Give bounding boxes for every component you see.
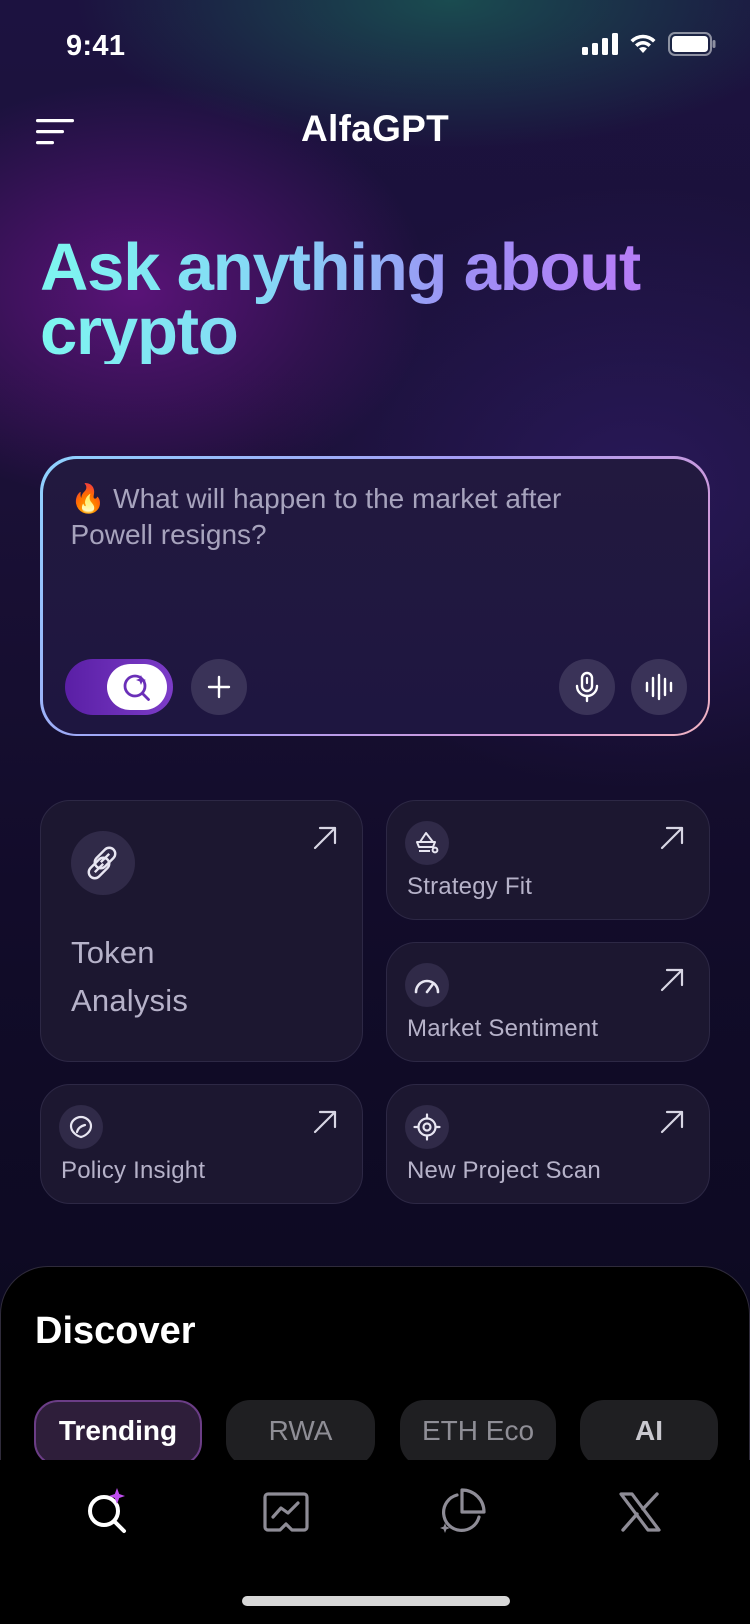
- arrow-up-right-icon: [660, 968, 684, 992]
- tab-portfolio[interactable]: [430, 1480, 494, 1544]
- action-card-market-sentiment[interactable]: Market Sentiment: [386, 942, 710, 1062]
- shield-icon: [69, 1115, 93, 1139]
- prompt-placeholder[interactable]: 🔥 What will happen to the market after P…: [71, 481, 651, 553]
- search-sparkle-icon: [123, 674, 150, 701]
- hero-line-1: Ask anything about: [40, 230, 641, 305]
- policy-insight-label: Policy Insight: [61, 1157, 206, 1184]
- strategy-fit-label: Strategy Fit: [407, 873, 533, 900]
- pie-chart-icon: [440, 1488, 486, 1533]
- coin-stack-icon-wrap: [405, 821, 449, 865]
- toggle-knob: [106, 663, 167, 710]
- pills-icon-wrap: [71, 831, 135, 895]
- pills-icon: [87, 846, 117, 880]
- shield-icon-wrap: [59, 1105, 103, 1149]
- search-sparkle-icon: [88, 1488, 126, 1533]
- arrow-up-right-icon: [660, 1110, 684, 1134]
- microphone-icon: [575, 671, 598, 702]
- target-icon: [413, 1113, 441, 1141]
- home-indicator: [242, 1596, 510, 1606]
- app-title: AlfaGPT: [300, 108, 450, 149]
- battery-icon: [668, 32, 716, 56]
- hero-heading: Ask anything about crypto: [40, 236, 720, 364]
- cellular-signal-icon: [582, 33, 618, 55]
- chip-trending[interactable]: Trending: [34, 1400, 202, 1466]
- chip-eth-eco[interactable]: ETH Eco: [400, 1400, 556, 1466]
- x-logo-icon: [619, 1492, 661, 1532]
- target-icon-wrap: [405, 1105, 449, 1149]
- deep-search-toggle[interactable]: [64, 658, 173, 715]
- arrow-up-right-icon: [313, 1110, 337, 1134]
- prompt-placeholder-text: What will happen to the market after Pow…: [70, 482, 562, 550]
- gauge-icon-wrap: [405, 963, 449, 1007]
- status-time: 9:41: [66, 30, 126, 62]
- wifi-icon: [630, 34, 656, 53]
- prompt-input-card[interactable]: 🔥 What will happen to the market after P…: [40, 456, 710, 736]
- action-card-policy-insight[interactable]: Policy Insight: [40, 1084, 363, 1204]
- chip-ai[interactable]: AI: [580, 1400, 718, 1466]
- waveform-icon: [645, 673, 672, 700]
- action-card-token-analysis[interactable]: Token Analysis: [40, 800, 363, 1062]
- arrow-up-right-icon: [660, 826, 684, 850]
- chart-icon: [263, 1492, 309, 1532]
- coin-stack-icon: [416, 832, 439, 854]
- voice-mode-button[interactable]: [630, 658, 687, 715]
- tab-search[interactable]: [76, 1480, 140, 1544]
- fire-emoji-icon: 🔥: [70, 482, 106, 514]
- plus-icon: [207, 675, 230, 698]
- chip-rwa[interactable]: RWA: [226, 1400, 375, 1466]
- token-analysis-label: Token Analysis: [71, 929, 188, 1025]
- tab-x[interactable]: [608, 1480, 672, 1544]
- token-analysis-label-line2: Analysis: [71, 983, 189, 1018]
- discover-title: Discover: [35, 1310, 196, 1352]
- arrow-up-right-icon: [313, 826, 337, 850]
- hero-line-2: crypto: [40, 294, 238, 369]
- new-project-scan-label: New Project Scan: [407, 1157, 601, 1184]
- action-card-new-project-scan[interactable]: New Project Scan: [386, 1084, 710, 1204]
- status-icons: [582, 32, 716, 56]
- gauge-icon: [414, 979, 440, 994]
- tab-markets[interactable]: [254, 1480, 318, 1544]
- token-analysis-label-line1: Token: [71, 935, 155, 970]
- add-attachment-button[interactable]: [190, 658, 247, 715]
- action-card-strategy-fit[interactable]: Strategy Fit: [386, 800, 710, 920]
- microphone-button[interactable]: [558, 658, 615, 715]
- market-sentiment-label: Market Sentiment: [407, 1015, 599, 1042]
